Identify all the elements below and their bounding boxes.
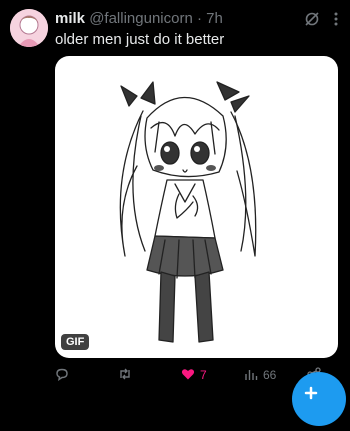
retweet-button[interactable] [118, 366, 137, 384]
handle[interactable]: @fallingunicorn [89, 10, 193, 27]
more-options-icon[interactable] [334, 12, 338, 31]
like-button[interactable]: 7 [181, 366, 207, 384]
like-count: 7 [200, 368, 207, 382]
heart-icon [181, 367, 195, 384]
tweet-text: older men just do it better [55, 31, 225, 48]
tweet-header: milk @fallingunicorn · 7h [55, 10, 310, 27]
views-icon [244, 367, 258, 384]
anime-character-illustration [119, 81, 257, 343]
timestamp[interactable]: 7h [206, 10, 223, 27]
compose-plus-icon [304, 386, 318, 400]
views-button[interactable]: 66 [244, 366, 276, 384]
reply-button[interactable] [55, 366, 74, 384]
compose-button[interactable] [292, 372, 346, 426]
retweet-icon [118, 367, 132, 384]
media-gif[interactable]: GIF [55, 56, 338, 358]
header-icons [304, 11, 338, 32]
views-count: 66 [263, 368, 277, 382]
gif-badge: GIF [61, 334, 90, 350]
reply-icon [55, 367, 69, 384]
avatar-image [10, 9, 48, 47]
grok-icon[interactable] [304, 11, 320, 32]
separator: · [196, 10, 202, 27]
avatar[interactable] [10, 9, 48, 47]
display-name[interactable]: milk [55, 10, 85, 27]
